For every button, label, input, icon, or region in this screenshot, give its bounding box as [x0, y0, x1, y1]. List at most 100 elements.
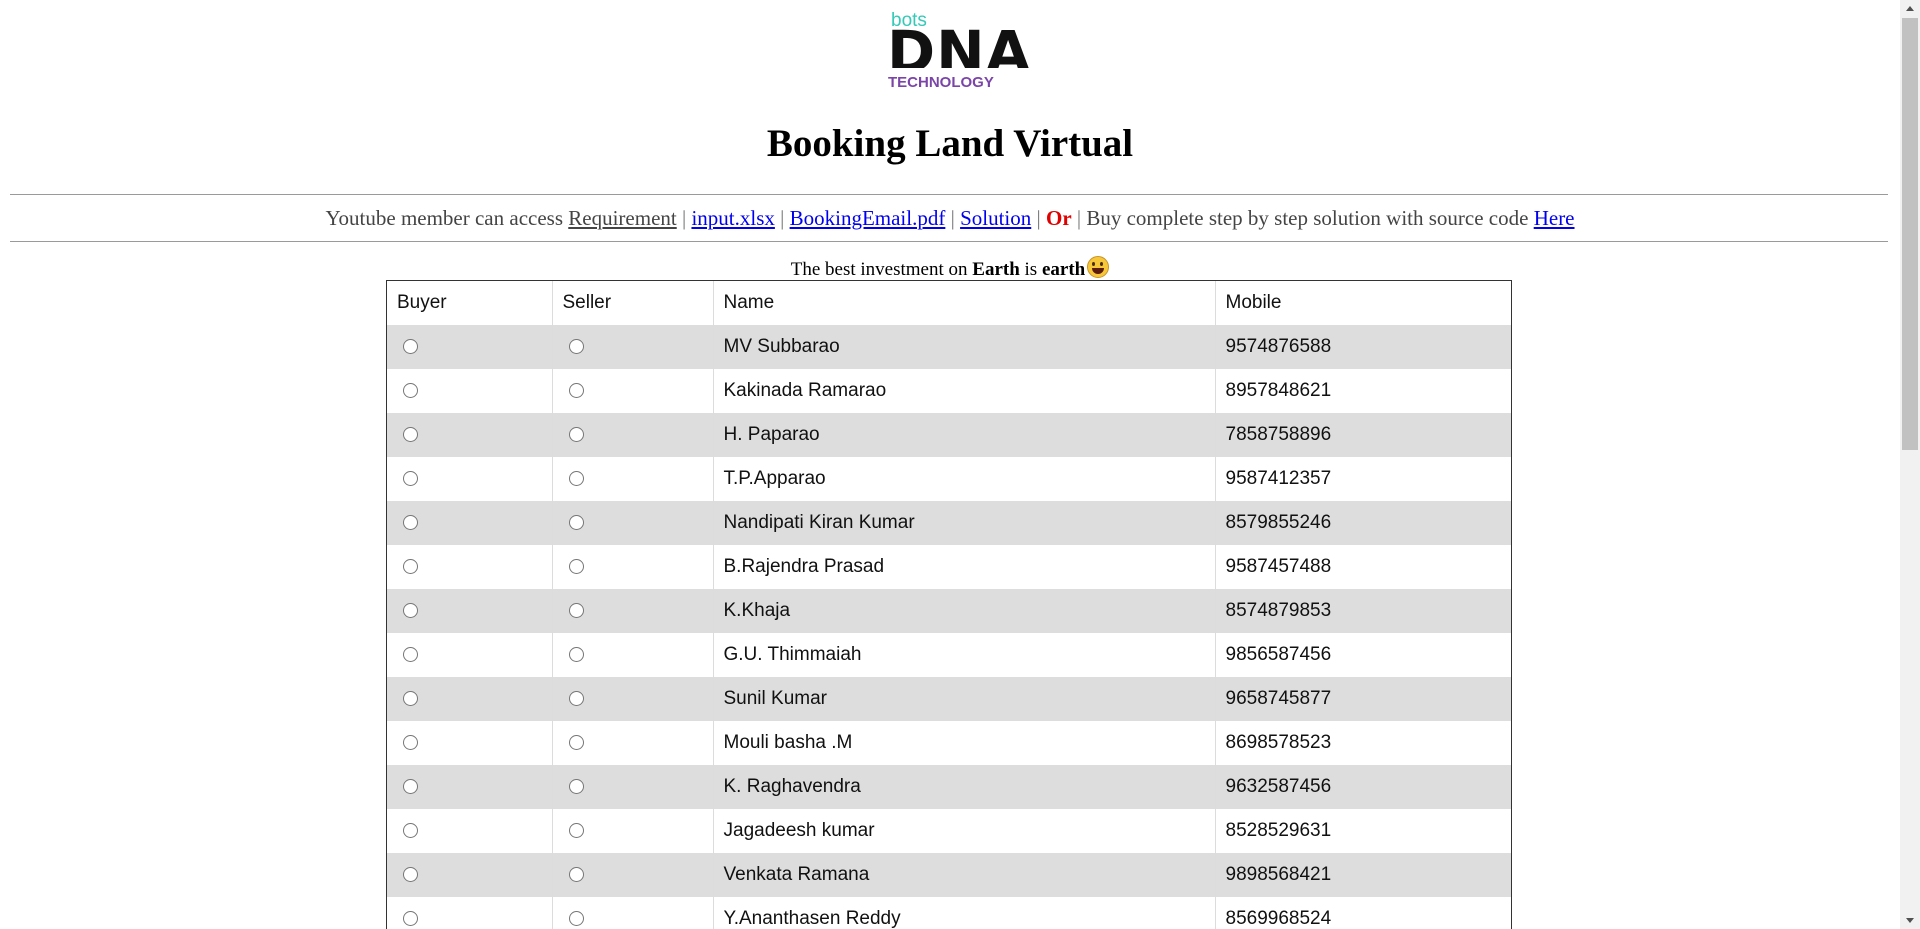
mobile-cell: 9587412357 — [1215, 457, 1511, 501]
solution-link[interactable]: Solution — [960, 206, 1031, 230]
scroll-down-arrow-icon[interactable] — [1906, 918, 1914, 923]
buyer-radio[interactable] — [403, 779, 418, 795]
seller-radio[interactable] — [568, 911, 584, 927]
buyer-cell — [387, 677, 553, 721]
seller-cell — [552, 545, 714, 589]
mobile-cell: 8698578523 — [1215, 721, 1511, 765]
name-cell: Mouli basha .M — [713, 721, 1216, 765]
seller-radio[interactable] — [568, 339, 584, 355]
access-line: Youtube member can access Requirement | … — [0, 206, 1900, 230]
buyer-cell — [387, 853, 553, 897]
table-row: MV Subbarao 9574876588 — [387, 325, 1511, 369]
seller-radio[interactable] — [568, 471, 584, 487]
buyer-radio[interactable] — [403, 339, 418, 355]
mobile-cell: 8579855246 — [1215, 501, 1511, 545]
buyer-radio[interactable] — [403, 559, 418, 575]
divider-top — [10, 194, 1888, 195]
tagline: The best investment on Earth is earth — [0, 256, 1900, 282]
seller-cell — [552, 325, 714, 369]
logo-bottom-text: TECHNOLOGY — [888, 74, 994, 91]
mobile-cell: 9574876588 — [1215, 325, 1511, 369]
buyer-cell — [387, 809, 553, 853]
table-row: G.U. Thimmaiah 9856587456 — [387, 633, 1511, 677]
separator: | — [1076, 206, 1082, 230]
name-cell: Sunil Kumar — [713, 677, 1216, 721]
table-row: Mouli basha .M 8698578523 — [387, 721, 1511, 765]
buyer-radio[interactable] — [403, 471, 418, 487]
buyer-cell — [387, 589, 553, 633]
mobile-cell: 9856587456 — [1215, 633, 1511, 677]
name-cell: B.Rajendra Prasad — [713, 545, 1216, 589]
tagline-bold-earth-lower: earth — [1041, 259, 1086, 280]
seller-radio[interactable] — [568, 383, 584, 399]
seller-radio[interactable] — [568, 691, 584, 707]
name-cell: Kakinada Ramarao — [713, 369, 1216, 413]
scrollbar-thumb[interactable] — [1902, 18, 1918, 450]
header-mobile: Mobile — [1225, 292, 1282, 313]
page-title: Booking Land Virtual — [766, 122, 1134, 165]
buyer-radio[interactable] — [403, 911, 418, 927]
buyer-radio[interactable] — [403, 603, 418, 619]
people-table-container: Buyer Seller Name Mobile MV Subbarao 9574… — [386, 280, 1512, 929]
buyer-radio[interactable] — [403, 691, 418, 707]
seller-radio[interactable] — [568, 515, 584, 531]
name-cell: K. Raghavendra — [713, 765, 1216, 809]
buyer-radio[interactable] — [403, 383, 418, 399]
buyer-radio[interactable] — [403, 823, 418, 839]
input-xlsx-link[interactable]: input.xlsx — [691, 206, 774, 230]
scroll-up-arrow-icon[interactable] — [1906, 6, 1914, 11]
buy-text: Buy complete step by step solution with … — [1086, 206, 1529, 230]
page: bots DNA TECHNOLOGY Booking Land Virtual… — [0, 0, 1900, 929]
name-cell: K.Khaja — [713, 589, 1216, 633]
buyer-radio[interactable] — [403, 647, 418, 663]
buyer-radio[interactable] — [403, 515, 418, 531]
table-row: K. Raghavendra 9632587456 — [387, 765, 1511, 809]
buyer-cell — [387, 545, 553, 589]
header-name: Name — [713, 281, 1216, 325]
mobile-cell: 8957848621 — [1215, 369, 1511, 413]
seller-cell — [552, 413, 714, 457]
seller-radio[interactable] — [568, 427, 584, 443]
seller-cell — [552, 457, 714, 501]
buyer-radio[interactable] — [403, 867, 418, 883]
seller-radio[interactable] — [568, 603, 584, 619]
seller-cell — [552, 809, 714, 853]
mobile-cell: 9658745877 — [1215, 677, 1511, 721]
vertical-scrollbar[interactable] — [1900, 0, 1920, 929]
seller-cell — [552, 853, 714, 897]
seller-cell — [552, 677, 714, 721]
name-cell: H. Paparao — [713, 413, 1216, 457]
booking-email-link[interactable]: BookingEmail.pdf — [790, 206, 946, 230]
separator: | — [780, 206, 785, 230]
table-row: Venkata Ramana 9898568421 — [387, 853, 1511, 897]
table-row: K.Khaja 8574879853 — [387, 589, 1511, 633]
seller-radio[interactable] — [568, 779, 584, 795]
seller-radio[interactable] — [568, 647, 584, 663]
seller-radio[interactable] — [568, 867, 584, 883]
seller-radio[interactable] — [568, 823, 584, 839]
buyer-radio[interactable] — [403, 427, 418, 443]
seller-radio[interactable] — [568, 559, 584, 575]
name-cell: Jagadeesh kumar — [713, 809, 1216, 853]
name-cell: Nandipati Kiran Kumar — [713, 501, 1216, 545]
tagline-mid: is — [1024, 259, 1038, 280]
mobile-cell: 9898568421 — [1215, 853, 1511, 897]
requirement-link[interactable]: Requirement — [568, 206, 676, 230]
buyer-cell — [387, 325, 553, 369]
name-cell: Y.Ananthasen Reddy — [713, 897, 1216, 929]
separator: | — [1036, 206, 1041, 230]
tagline-bold-earth: Earth — [972, 259, 1020, 280]
or-text: Or — [1045, 206, 1072, 230]
buyer-radio[interactable] — [403, 735, 418, 751]
mobile-cell: 9587457488 — [1215, 545, 1511, 589]
name-cell: Venkata Ramana — [713, 853, 1216, 897]
table-row: H. Paparao 7858758896 — [387, 413, 1511, 457]
here-link[interactable]: Here — [1534, 206, 1575, 230]
name-cell: T.P.Apparao — [713, 457, 1216, 501]
mobile-cell: 7858758896 — [1215, 413, 1511, 457]
table-row: Jagadeesh kumar 8528529631 — [387, 809, 1511, 853]
name-cell: MV Subbarao — [713, 325, 1216, 369]
separator: | — [681, 206, 687, 230]
table-row: Nandipati Kiran Kumar 8579855246 — [387, 501, 1511, 545]
seller-radio[interactable] — [568, 735, 584, 751]
